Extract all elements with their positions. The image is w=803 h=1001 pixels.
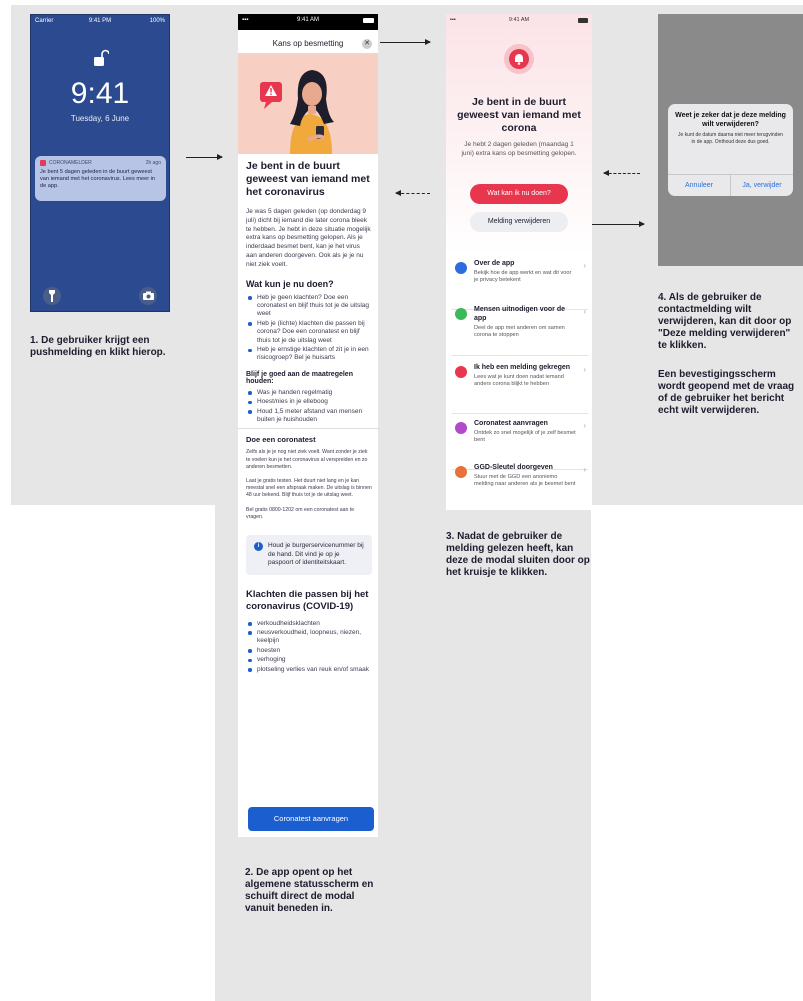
- list-item: Heb je (lichte) klachten die passen bij …: [246, 320, 372, 345]
- key-icon: [455, 466, 467, 478]
- confirm-dialog: Weet je zeker dat je deze melding wilt v…: [668, 104, 793, 196]
- list-item: Hoest/nies in je elleboog: [246, 398, 372, 406]
- menu-item-title: Coronatest aanvragen: [474, 420, 548, 427]
- modal-header-title: Kans op besmetting: [272, 39, 344, 48]
- list-item: verkoudheidsklachten: [246, 620, 372, 628]
- what-to-do-list: Heb je geen klachten? Doe een coronatest…: [246, 294, 372, 363]
- request-test-button[interactable]: Coronatest aanvragen: [248, 807, 374, 831]
- list-item: hoesten: [246, 647, 372, 655]
- status-bar: ▪▪▪ 9:41 AM: [238, 14, 378, 30]
- list-item: Heb je ernstige klachten of zit je in ee…: [246, 346, 372, 363]
- test-paragraph: Zelfs als je je nog niet ziek voelt. Wan…: [246, 449, 368, 470]
- modal-intro: Je was 5 dagen geleden (op donderdag 9 j…: [246, 208, 371, 268]
- chevron-right-icon: ›: [583, 307, 586, 316]
- step-3-caption: 3. Nadat de gebruiker de melding gelezen…: [446, 531, 590, 578]
- chevron-right-icon: ›: [583, 365, 586, 374]
- cancel-button[interactable]: Annuleer: [668, 175, 730, 196]
- dashed-arrow-left-icon: [603, 170, 640, 176]
- exposure-modal: ▪▪▪ 9:41 AM Kans op besmetting ✕ Je bent…: [238, 14, 380, 837]
- close-icon[interactable]: ✕: [362, 39, 372, 49]
- arrow-right-icon: [186, 154, 223, 160]
- app-icon: [40, 160, 46, 166]
- dashed-arrow-left-icon: [395, 190, 430, 196]
- lock-time: 9:41: [70, 77, 130, 110]
- menu-item-desc: Bekijk hoe de app werkt en wat dit voor …: [474, 270, 572, 284]
- chevron-right-icon: ›: [583, 465, 586, 474]
- menu-item-title: Over de app: [474, 260, 515, 267]
- menu-item-desc: Stuur met de GGD een anoniemo melding na…: [474, 474, 576, 488]
- confirm-delete-button[interactable]: Ja, verwijder: [730, 175, 793, 196]
- info-icon: i: [254, 542, 263, 552]
- info-text: Houd je burgerservicenummer bij de hand.…: [268, 542, 364, 567]
- menu-item-desc: Deel de app met anderen om samen corona …: [474, 325, 565, 339]
- share-icon: [455, 308, 467, 320]
- list-item: Was je handen regelmatig: [246, 389, 372, 397]
- flashlight-icon[interactable]: [43, 287, 61, 305]
- test-paragraph: Laat je gratis testen. Het duurt niet la…: [246, 478, 372, 499]
- menu-item-about[interactable]: Over de app Bekijk hoe de app werkt en w…: [452, 258, 588, 310]
- push-notification[interactable]: CORONAMELDER 2h ago Je bent 5 dagen gele…: [35, 156, 166, 201]
- menu-item-title: Mensen uitnodigen voor de app: [474, 306, 566, 322]
- bsn-info-box: i Houd je burgerservicenummer bij de han…: [246, 535, 372, 575]
- battery-icon: [578, 18, 588, 23]
- modal-body: Je bent in de buurt geweest van iemand m…: [238, 160, 380, 675]
- what-to-do-heading: Wat kun je nu doen?: [246, 278, 334, 289]
- list-item: Heb je geen klachten? Doe een coronatest…: [246, 294, 372, 319]
- unlocked-padlock-icon: [93, 49, 110, 67]
- chevron-right-icon: ›: [583, 261, 586, 270]
- status-screen: ▪▪▪ 9:41 AM Je bent in de buurt geweest …: [446, 14, 592, 510]
- measures-heading: Blijf je goed aan de maatregelen houden:: [246, 370, 353, 385]
- measures-list: Was je handen regelmatig Hoest/nies in j…: [246, 389, 372, 425]
- arrow-right-icon: [380, 39, 431, 45]
- list-item: verhoging: [246, 656, 372, 664]
- battery-label: 100%: [149, 18, 165, 24]
- battery-icon: [363, 18, 374, 23]
- list-item: Houd 1,5 meter afstand van mensen buiten…: [246, 408, 372, 425]
- info-icon: [455, 262, 467, 274]
- notification-icon: [455, 366, 467, 378]
- menu-item-invite[interactable]: Mensen uitnodigen voor de app Deel de ap…: [452, 304, 588, 356]
- lock-screen: Carrier 9:41 PM 100% 9:41 Tuesday, 6 Jun…: [30, 14, 170, 312]
- camera-icon[interactable]: [139, 287, 157, 305]
- menu-item-ggd-key[interactable]: GGD-Sleutel doorgeven Stuur met de GGD e…: [452, 462, 588, 510]
- symptoms-list: verkoudheidsklachten neusverkoudheid, lo…: [246, 620, 372, 674]
- what-can-i-do-button[interactable]: Wat kan ik nu doen?: [470, 184, 568, 204]
- menu-item-desc: Ontdek zo snel mogelijk of je zelf besme…: [474, 430, 576, 444]
- step-4-caption: 4. Als de gebruiker de contactmelding wi…: [658, 292, 792, 351]
- symptoms-heading: Klachten die passen bij het coronavirus …: [246, 588, 369, 612]
- list-item: plotseling verlies van reuk en/of smaak: [246, 666, 372, 674]
- list-item: neusverkoudheid, loopneus, niezen, keelp…: [246, 629, 372, 646]
- step-1-caption: 1. De gebruiker krijgt een pushmelding e…: [30, 335, 166, 358]
- test-heading: Doe een coronatest: [246, 435, 316, 445]
- test-phone-paragraph: Bel gratis 0800-1202 om een coronatest a…: [246, 506, 355, 520]
- modal-title: Je bent in de buurt geweest van iemand m…: [246, 160, 370, 198]
- step-4-caption-detail: Een bevestigingsscherm wordt geopend met…: [658, 369, 795, 416]
- status-bar: ▪▪▪ 9:41 AM: [446, 14, 592, 26]
- divider: [238, 428, 380, 430]
- status-subtitle: Je hebt 2 dagen geleden (maandag 1 juni)…: [461, 141, 577, 157]
- menu-item-title: Ik heb een melding gekregen: [474, 364, 571, 371]
- step-2-caption: 2. De app opent op het algemene statussc…: [245, 867, 374, 914]
- dialog-body: Je kunt de datum daarna niet meer terugv…: [677, 132, 784, 145]
- status-time: 9:41 PM: [88, 18, 112, 24]
- confirm-screen: Weet je zeker dat je deze melding wilt v…: [658, 14, 803, 266]
- status-title: Je bent in de buurt geweest van iemand m…: [457, 96, 581, 134]
- status-bar: Carrier 9:41 PM 100%: [31, 18, 169, 28]
- hero-illustration: [238, 54, 378, 154]
- test-icon: [455, 422, 467, 434]
- menu-item-desc: Lees wat je kunt doen nadat iemand ander…: [474, 374, 564, 388]
- remove-notification-button[interactable]: Melding verwijderen: [470, 212, 568, 232]
- lock-date: Tuesday, 6 June: [70, 114, 130, 123]
- dialog-title: Weet je zeker dat je deze melding wilt v…: [675, 112, 786, 128]
- notification-message: Je bent 5 dagen geleden in de buurt gewe…: [40, 169, 156, 189]
- notification-age: 2h ago: [145, 160, 161, 166]
- chevron-right-icon: ›: [583, 421, 586, 430]
- menu-item-title: GGD-Sleutel doorgeven: [474, 464, 553, 471]
- alert-bell-icon: [504, 44, 534, 74]
- menu-item-notification[interactable]: Ik heb een melding gekregen Lees wat je …: [452, 362, 588, 414]
- notification-app-name: CORONAMELDER: [49, 160, 92, 166]
- status-time: 9:41 AM: [508, 17, 530, 23]
- modal-header: Kans op besmetting ✕: [238, 34, 378, 54]
- status-time: 9:41 AM: [296, 17, 319, 23]
